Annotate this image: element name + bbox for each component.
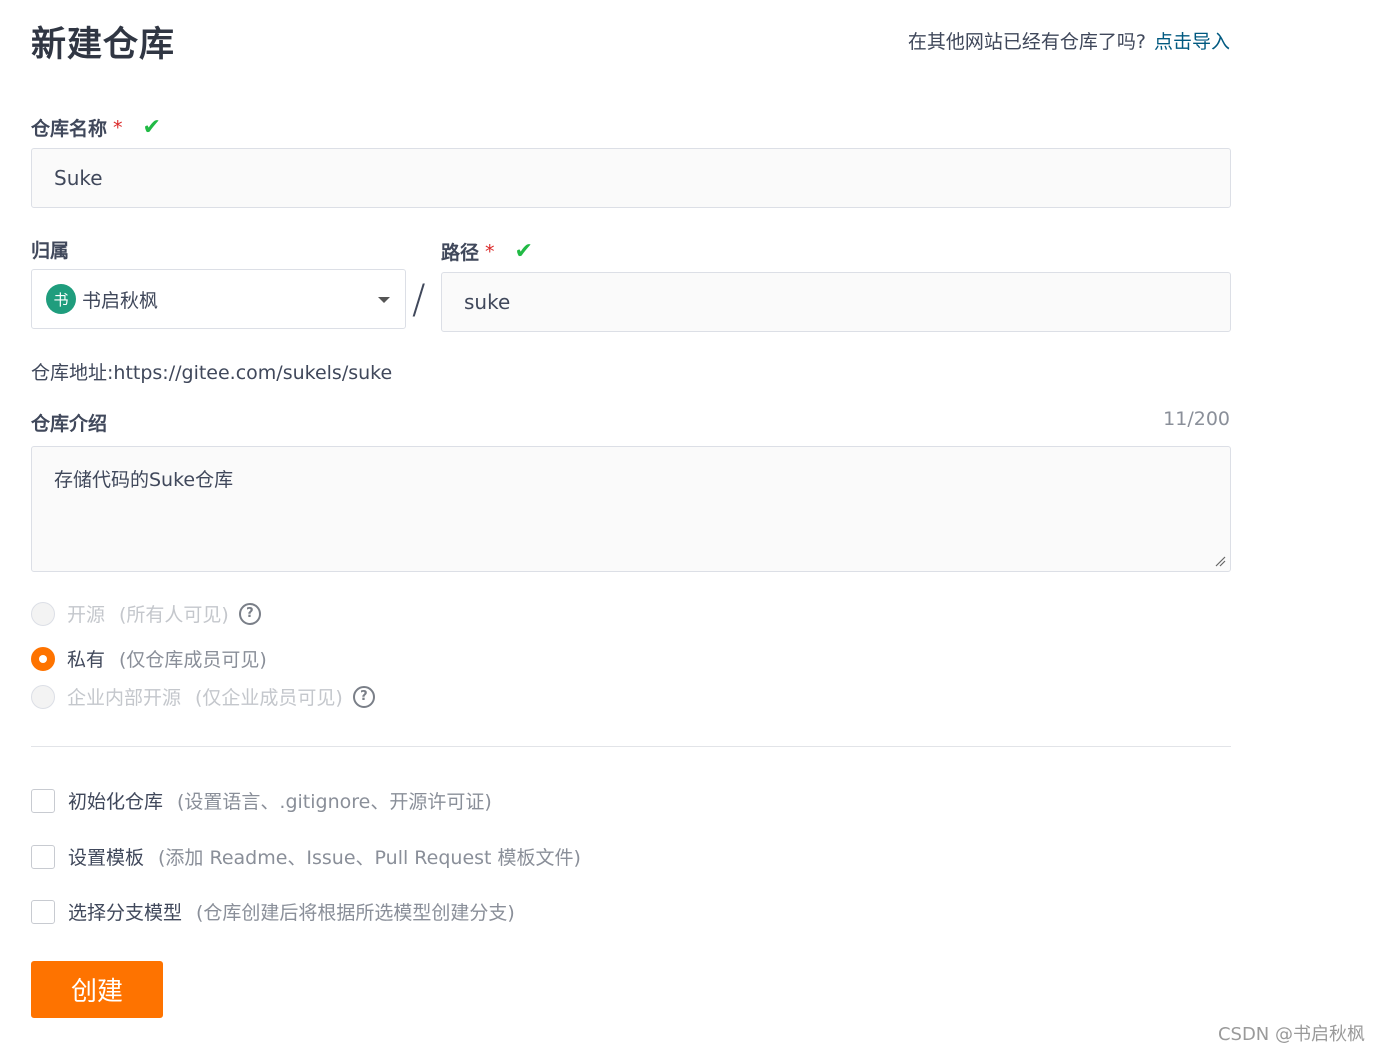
resize-handle-icon[interactable]	[1214, 555, 1226, 567]
option-branch-model[interactable]: 选择分支模型 (仓库创建后将根据所选模型创建分支)	[31, 898, 515, 925]
option-template[interactable]: 设置模板 (添加 Readme、Issue、Pull Request 模板文件)	[31, 843, 581, 870]
path-input[interactable]: suke	[441, 272, 1231, 332]
repo-name-label: 仓库名称 * ✔	[31, 114, 161, 141]
help-icon[interactable]: ?	[352, 685, 375, 708]
radio-enterprise-note: (仅企业成员可见)	[195, 687, 343, 709]
option-branch-label: 选择分支模型	[68, 902, 183, 924]
create-button[interactable]: 创建	[31, 961, 163, 1018]
divider	[31, 746, 1231, 747]
radio-enterprise[interactable]	[31, 684, 55, 709]
repo-address: 仓库地址:https://gitee.com/sukels/suke	[31, 362, 393, 384]
help-icon[interactable]: ?	[238, 602, 261, 625]
avatar: 书	[46, 284, 76, 314]
valid-check-icon: ✔	[142, 115, 161, 140]
radio-private-label: 私有	[67, 649, 106, 671]
checkbox-branch-model[interactable]	[31, 899, 55, 924]
visibility-public[interactable]: 开源 (所有人可见) ?	[31, 600, 261, 627]
radio-private[interactable]	[31, 646, 55, 671]
owner-select[interactable]: 书 书启秋枫	[31, 269, 406, 329]
radio-public[interactable]	[31, 601, 55, 626]
radio-private-note: (仅仓库成员可见)	[119, 649, 267, 671]
option-template-hint: (添加 Readme、Issue、Pull Request 模板文件)	[158, 847, 581, 869]
visibility-enterprise[interactable]: 企业内部开源 (仅企业成员可见) ?	[31, 683, 375, 710]
radio-public-label: 开源	[67, 604, 106, 626]
path-label-text: 路径	[441, 242, 480, 264]
option-init-hint: (设置语言、.gitignore、开源许可证)	[177, 791, 492, 813]
import-hint: 在其他网站已经有仓库了吗? 点击导入	[908, 27, 1230, 54]
radio-public-note: (所有人可见)	[119, 604, 229, 626]
page-title: 新建仓库	[31, 25, 176, 65]
path-label: 路径 * ✔	[441, 238, 533, 265]
owner-label: 归属	[31, 240, 70, 262]
intro-text: 存储代码的Suke仓库	[54, 469, 234, 491]
checkbox-init-repo[interactable]	[31, 788, 55, 813]
watermark: CSDN @书启秋枫	[1217, 1024, 1365, 1045]
import-hint-text: 在其他网站已经有仓库了吗?	[907, 31, 1146, 53]
option-init-repo[interactable]: 初始化仓库 (设置语言、.gitignore、开源许可证)	[31, 787, 492, 814]
intro-counter: 11/200	[1163, 408, 1230, 430]
repo-name-input[interactable]: Suke	[31, 148, 1231, 208]
required-mark: *	[113, 116, 123, 139]
intro-textarea[interactable]: 存储代码的Suke仓库	[31, 446, 1231, 572]
option-branch-hint: (仓库创建后将根据所选模型创建分支)	[196, 902, 515, 924]
option-init-label: 初始化仓库	[68, 791, 164, 813]
radio-enterprise-label: 企业内部开源	[67, 687, 182, 709]
path-separator: /	[412, 277, 426, 323]
valid-check-icon: ✔	[514, 239, 533, 264]
visibility-private[interactable]: 私有 (仅仓库成员可见)	[31, 645, 267, 672]
owner-value: 书启秋枫	[82, 289, 159, 312]
checkbox-template[interactable]	[31, 844, 55, 869]
import-link[interactable]: 点击导入	[1154, 31, 1230, 53]
required-mark: *	[485, 240, 495, 263]
option-template-label: 设置模板	[68, 847, 145, 869]
repo-name-label-text: 仓库名称	[31, 118, 108, 140]
intro-label: 仓库介绍	[31, 413, 108, 435]
chevron-down-icon	[378, 297, 390, 303]
